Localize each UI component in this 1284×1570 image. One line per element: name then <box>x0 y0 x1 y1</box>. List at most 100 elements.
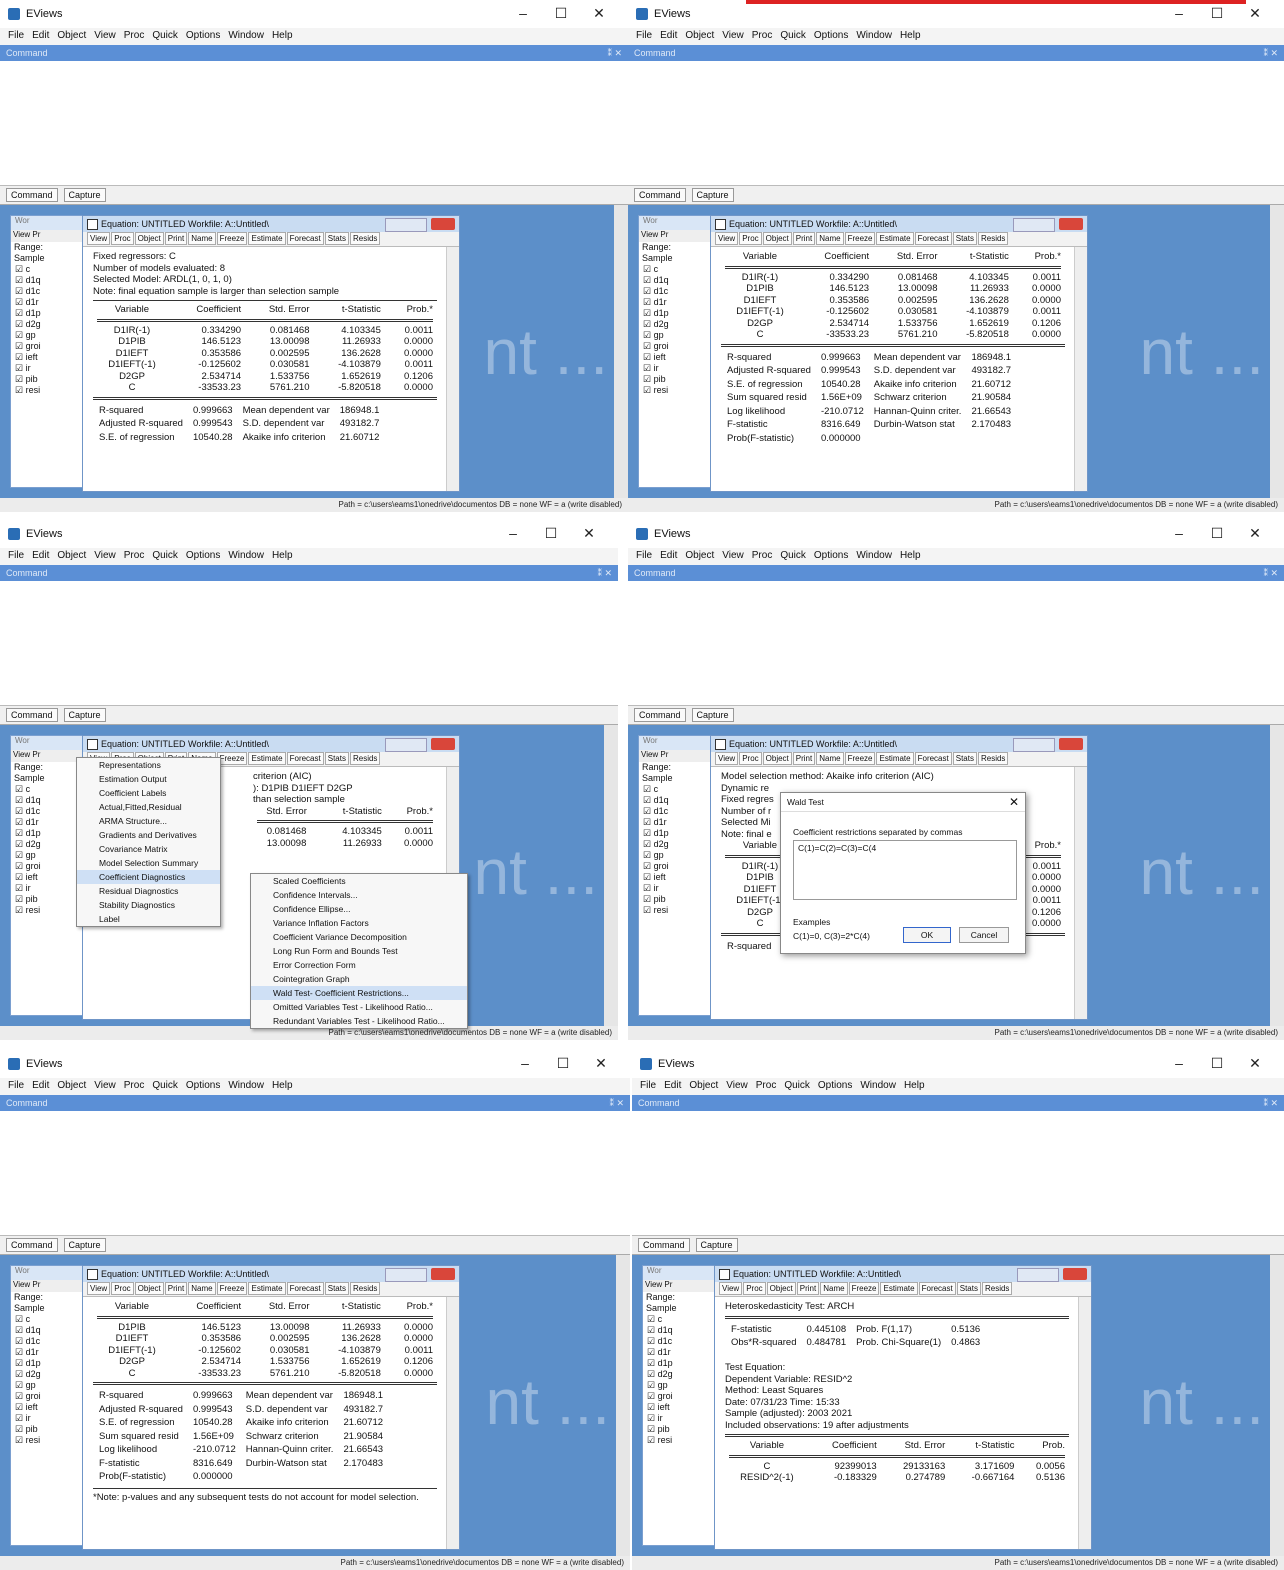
equation-scrollbar[interactable] <box>446 1297 459 1549</box>
menu-item-edit[interactable]: Edit <box>32 550 49 561</box>
toolbar-button-estimate[interactable]: Estimate <box>248 232 286 245</box>
menu-item-help[interactable]: Help <box>900 550 921 561</box>
close-button[interactable]: ✕ <box>580 5 618 22</box>
menu-item-help[interactable]: Help <box>900 30 921 41</box>
menu-item-quick[interactable]: Quick <box>152 1080 178 1091</box>
toolbar-button-estimate[interactable]: Estimate <box>880 1282 918 1295</box>
equation-min-max-buttons[interactable] <box>1013 218 1055 232</box>
menu-item-proc[interactable]: Proc <box>124 1080 145 1091</box>
view-menu-item[interactable]: Model Selection Summary <box>77 856 220 870</box>
menu-item-options[interactable]: Options <box>814 30 848 41</box>
equation-min-max-buttons[interactable] <box>385 218 427 232</box>
toolbar-button-estimate[interactable]: Estimate <box>876 232 914 245</box>
toolbar-button-resids[interactable]: Resids <box>349 752 381 765</box>
restrictions-input[interactable]: C(1)=C(2)=C(3)=C(4 <box>793 840 1017 900</box>
menu-item-window[interactable]: Window <box>228 30 264 41</box>
toolbar-button-name[interactable]: Name <box>188 1282 216 1295</box>
command-bar-controls[interactable]: ⁑ ✕ <box>1263 1095 1278 1111</box>
cancel-button[interactable]: Cancel <box>959 927 1009 943</box>
view-menu-item[interactable]: Label <box>77 912 220 926</box>
toolbar-button-print[interactable]: Print <box>164 1282 188 1295</box>
menu-item-help[interactable]: Help <box>272 30 293 41</box>
tab-capture[interactable]: Capture <box>691 188 734 202</box>
menu-item-view[interactable]: View <box>94 30 116 41</box>
toolbar-button-proc[interactable]: Proc <box>111 1282 134 1295</box>
toolbar-button-stats[interactable]: Stats <box>324 752 349 765</box>
menu-item-object[interactable]: Object <box>57 30 86 41</box>
menu-item-options[interactable]: Options <box>186 1080 220 1091</box>
tab-command[interactable]: Command <box>6 188 58 202</box>
equation-min-max-buttons[interactable] <box>385 738 427 752</box>
workspace-scrollbar[interactable] <box>614 205 628 498</box>
equation-scrollbar[interactable] <box>446 247 459 491</box>
toolbar-button-object[interactable]: Object <box>762 232 792 245</box>
toolbar-button-view[interactable]: View <box>715 752 739 765</box>
toolbar-button-forecast[interactable]: Forecast <box>286 232 324 245</box>
toolbar-button-resids[interactable]: Resids <box>349 1282 381 1295</box>
minimize-button[interactable]: – <box>1160 525 1198 541</box>
view-menu-item[interactable]: Representations <box>77 758 220 772</box>
command-bar-controls[interactable]: ⁑ ✕ <box>609 1095 624 1111</box>
menu-item-quick[interactable]: Quick <box>152 30 178 41</box>
toolbar-button-freeze[interactable]: Freeze <box>844 752 876 765</box>
menu-item-object[interactable]: Object <box>57 550 86 561</box>
workspace-scrollbar[interactable] <box>1270 205 1284 498</box>
menu-item-view[interactable]: View <box>726 1080 748 1091</box>
toolbar-button-view[interactable]: View <box>719 1282 743 1295</box>
toolbar-button-estimate[interactable]: Estimate <box>876 752 914 765</box>
equation-close-button[interactable] <box>1063 1268 1087 1280</box>
submenu-item[interactable]: Variance Inflation Factors <box>251 916 467 930</box>
menu-item-file[interactable]: File <box>8 1080 24 1091</box>
maximize-button[interactable]: ☐ <box>1198 1055 1236 1072</box>
submenu-item[interactable]: Error Correction Form <box>251 958 467 972</box>
equation-close-button[interactable] <box>431 738 455 750</box>
toolbar-button-stats[interactable]: Stats <box>324 1282 349 1295</box>
menu-item-window[interactable]: Window <box>856 30 892 41</box>
toolbar-button-resids[interactable]: Resids <box>977 752 1009 765</box>
toolbar-button-estimate[interactable]: Estimate <box>248 1282 286 1295</box>
command-area[interactable] <box>0 61 628 186</box>
toolbar-button-view[interactable]: View <box>87 1282 111 1295</box>
menu-item-window[interactable]: Window <box>860 1080 896 1091</box>
menu-item-window[interactable]: Window <box>228 550 264 561</box>
menu-item-view[interactable]: View <box>722 550 744 561</box>
minimize-button[interactable]: – <box>504 5 542 21</box>
menu-item-proc[interactable]: Proc <box>752 30 773 41</box>
toolbar-button-object[interactable]: Object <box>766 1282 796 1295</box>
menu-item-view[interactable]: View <box>94 1080 116 1091</box>
maximize-button[interactable]: ☐ <box>542 5 580 22</box>
view-menu-item[interactable]: Coefficient Diagnostics <box>77 870 221 884</box>
maximize-button[interactable]: ☐ <box>1198 525 1236 542</box>
submenu-item[interactable]: Cointegration Graph <box>251 972 467 986</box>
equation-scrollbar[interactable] <box>1078 1297 1091 1549</box>
menu-item-object[interactable]: Object <box>685 550 714 561</box>
menu-item-file[interactable]: File <box>8 30 24 41</box>
submenu-item[interactable]: Scaled Coefficients <box>251 874 467 888</box>
toolbar-button-print[interactable]: Print <box>792 752 816 765</box>
menu-item-window[interactable]: Window <box>228 1080 264 1091</box>
toolbar-button-forecast[interactable]: Forecast <box>918 1282 956 1295</box>
toolbar-button-print[interactable]: Print <box>792 232 816 245</box>
view-menu-item[interactable]: ARMA Structure... <box>77 814 220 828</box>
menu-item-options[interactable]: Options <box>186 550 220 561</box>
tab-command[interactable]: Command <box>6 1238 58 1252</box>
command-area[interactable] <box>628 61 1284 186</box>
minimize-button[interactable]: – <box>1160 1055 1198 1071</box>
command-bar-controls[interactable]: ⁑ ✕ <box>1263 565 1278 581</box>
maximize-button[interactable]: ☐ <box>532 525 570 542</box>
toolbar-button-proc[interactable]: Proc <box>111 232 134 245</box>
tab-capture[interactable]: Capture <box>63 188 106 202</box>
tab-command[interactable]: Command <box>634 708 686 722</box>
equation-close-button[interactable] <box>431 1268 455 1280</box>
maximize-button[interactable]: ☐ <box>544 1055 582 1072</box>
close-button[interactable]: ✕ <box>582 1055 620 1072</box>
command-bar-controls[interactable]: ⁑ ✕ <box>597 565 612 581</box>
toolbar-button-view[interactable]: View <box>87 232 111 245</box>
submenu-item[interactable]: Long Run Form and Bounds Test <box>251 944 467 958</box>
submenu-item[interactable]: Confidence Intervals... <box>251 888 467 902</box>
toolbar-button-freeze[interactable]: Freeze <box>844 232 876 245</box>
menu-item-help[interactable]: Help <box>272 1080 293 1091</box>
toolbar-button-proc[interactable]: Proc <box>743 1282 766 1295</box>
submenu-item[interactable]: Coefficient Variance Decomposition <box>251 930 467 944</box>
equation-min-max-buttons[interactable] <box>1013 738 1055 752</box>
